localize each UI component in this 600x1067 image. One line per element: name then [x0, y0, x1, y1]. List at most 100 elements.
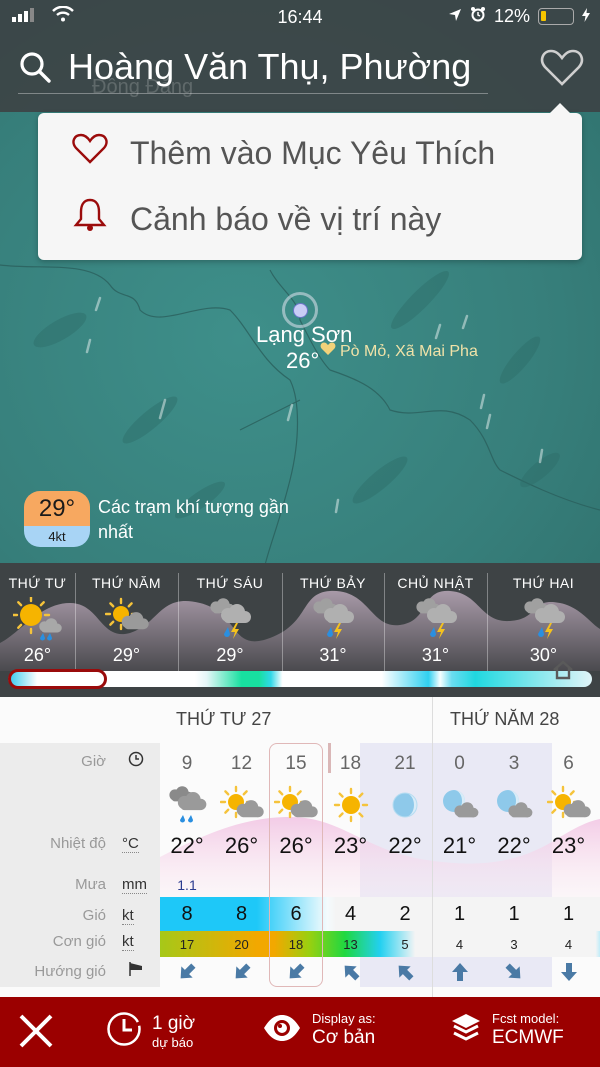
- eye-icon: [262, 1014, 302, 1047]
- hour-label: 3: [508, 753, 520, 774]
- wind-direction-arrow-icon: [433, 961, 487, 988]
- hour-wind: 1: [562, 903, 575, 925]
- daily-item[interactable]: THỨ NĂM 29°: [75, 563, 178, 671]
- heart-filled-icon: [320, 342, 336, 361]
- hour-gust: 5: [401, 937, 409, 952]
- menu-item-label: Thêm vào Mục Yêu Thích: [130, 134, 496, 171]
- menu-item-location-alert[interactable]: Cảnh báo về vị trí này: [72, 197, 441, 241]
- hour-wind: 4: [344, 903, 357, 925]
- hour-label: 6: [563, 753, 574, 774]
- hour-wind: 1: [453, 903, 466, 925]
- menu-item-add-favorite[interactable]: Thêm vào Mục Yêu Thích: [72, 133, 495, 173]
- display-mode-button[interactable]: Display as: Cơ bản: [262, 1011, 376, 1049]
- hour-label: 9: [181, 753, 193, 774]
- hour-temp: 22°: [497, 833, 531, 858]
- search-input[interactable]: Hoàng Văn Thụ, Phường: [68, 46, 488, 88]
- clock-icon: [106, 1011, 142, 1052]
- day-temp: 26°: [23, 645, 52, 665]
- day-temp: 31°: [319, 645, 347, 665]
- wind-direction-arrow-icon: [487, 961, 541, 988]
- display-value: Cơ bản: [312, 1027, 376, 1048]
- status-bar: 16:44 12%: [0, 0, 600, 34]
- wind-direction-arrow-icon: [160, 961, 214, 988]
- day-temp: 31°: [421, 645, 450, 665]
- wind-direction-arrow-icon: [215, 961, 269, 988]
- daily-item[interactable]: THỨ HAI 30°: [487, 563, 600, 671]
- hour-gust: 13: [343, 937, 358, 952]
- display-caption: Display as:: [312, 1011, 376, 1026]
- rain-unit-toggle[interactable]: mm: [122, 876, 147, 894]
- timeline-selection-handle[interactable]: [8, 669, 107, 689]
- hour-wind: 8: [235, 903, 248, 925]
- search-icon[interactable]: [18, 50, 52, 89]
- day-name: THỨ HAI: [512, 575, 575, 591]
- daily-item[interactable]: THỨ TƯ 26°: [0, 563, 75, 671]
- day-temp: 29°: [112, 645, 141, 665]
- row-labels: Giờ Nhiệt độ °C Mưa mm Gió kt Cơn gió kt…: [0, 743, 160, 987]
- hourly-forecast-table[interactable]: THỨ TƯ 27 THỨ NĂM 28 Giờ Nhiệt độ °C Mưa…: [0, 697, 600, 997]
- forecast-interval-button[interactable]: 1 giờ dự báo: [106, 1011, 195, 1052]
- hour-wind: 1: [508, 903, 520, 925]
- forecast-model-button[interactable]: Fcst model: ECMWF: [450, 1011, 564, 1049]
- hour-rain: 1.1: [177, 877, 197, 893]
- hour-gust: 4: [455, 937, 464, 952]
- hour-temp: 26°: [279, 833, 313, 858]
- favorite-poi[interactable]: Pò Mỏ, Xã Mai Pha: [320, 342, 478, 361]
- day-header: THỨ NĂM 28: [450, 709, 560, 729]
- weather-map[interactable]: 16:44 12% Đồng Đăng Hoàng Văn Thụ, Phườn…: [0, 0, 600, 565]
- clock-icon: [128, 751, 144, 771]
- label-temperature: Nhiệt độ: [50, 835, 106, 852]
- station-badge[interactable]: 29° 4kt: [24, 491, 90, 547]
- hour-gust: 20: [234, 937, 249, 952]
- moon-cloud-icon: [487, 785, 541, 830]
- home-icon[interactable]: [552, 660, 574, 685]
- bottom-toolbar: 1 giờ dự báo Display as: Cơ bản Fcst mod…: [0, 997, 600, 1067]
- alarm-icon: [470, 6, 486, 27]
- day-separator: [75, 573, 76, 671]
- moon-icon: [378, 785, 432, 830]
- search-field[interactable]: Đồng Đăng Hoàng Văn Thụ, Phường: [18, 44, 488, 98]
- hour-temp: 22°: [170, 833, 204, 858]
- day-header: THỨ TƯ 27: [176, 709, 272, 729]
- label-hour: Giờ: [81, 753, 106, 770]
- layers-icon: [450, 1012, 482, 1049]
- label-gust: Cơn gió: [52, 933, 106, 950]
- temp-unit-toggle[interactable]: °C: [122, 835, 139, 853]
- label-rain: Mưa: [75, 876, 106, 893]
- label-direction: Hướng gió: [34, 963, 106, 980]
- wind-unit-toggle[interactable]: kt: [122, 907, 134, 925]
- sun-cloud-icon: [104, 597, 149, 642]
- day-temp: 30°: [529, 645, 558, 665]
- favorite-popup-menu: Thêm vào Mục Yêu Thích Cảnh báo về vị tr…: [38, 103, 582, 260]
- menu-item-label: Cảnh báo về vị trí này: [130, 200, 442, 237]
- heart-outline-icon: [72, 133, 108, 173]
- bell-icon: [72, 197, 108, 241]
- sun-cloud-icon: [542, 785, 596, 830]
- hour-wind: 2: [399, 903, 411, 925]
- close-icon: [19, 1014, 53, 1048]
- daily-item[interactable]: THỨ SÁU 29°: [178, 563, 282, 671]
- hour-label: 0: [454, 753, 465, 774]
- hour-gust: 4: [564, 937, 573, 952]
- poi-label: Pò Mỏ, Xã Mai Pha: [340, 342, 478, 360]
- day-name: THỨ SÁU: [196, 575, 264, 591]
- gust-unit-toggle[interactable]: kt: [122, 933, 134, 951]
- hour-gust: 3: [510, 937, 518, 952]
- hour-label: 15: [285, 753, 307, 774]
- day-separator: [384, 573, 385, 671]
- thunderstorm-icon: [520, 597, 568, 646]
- day-name: THỨ BẢY: [299, 575, 367, 591]
- day-name: CHỦ NHẬT: [397, 575, 474, 591]
- hour-gust: 18: [288, 937, 304, 952]
- hour-temp: 23°: [333, 833, 368, 858]
- hour-wind: 6: [290, 903, 302, 925]
- close-button[interactable]: [18, 1013, 54, 1054]
- day-separator: [282, 573, 283, 671]
- favorite-heart-button[interactable]: [540, 48, 584, 93]
- model-caption: Fcst model:: [492, 1011, 560, 1026]
- rain-cloud-icon: [160, 785, 214, 830]
- daily-item[interactable]: CHỦ NHẬT 31°: [384, 563, 487, 671]
- daily-item[interactable]: THỨ BẢY 31°: [282, 563, 384, 671]
- interval-caption: dự báo: [152, 1034, 194, 1050]
- wind-direction-arrow-icon: [269, 961, 323, 988]
